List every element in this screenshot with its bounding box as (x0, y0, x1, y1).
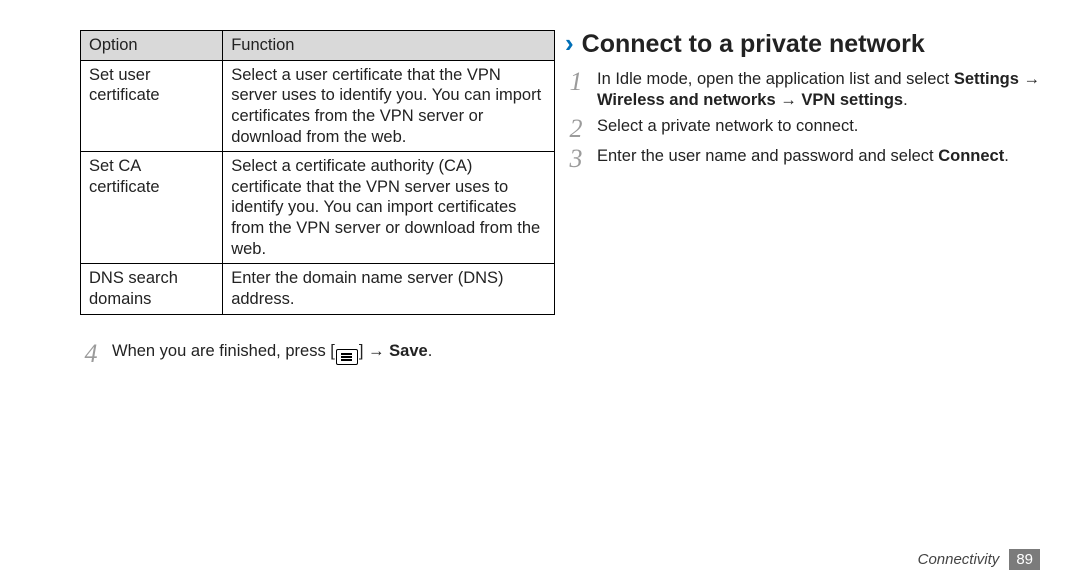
table-row: DNS search domains Enter the domain name… (81, 264, 555, 314)
step-text: Select a private network to connect. (597, 116, 858, 137)
text: ] → (359, 342, 389, 360)
step-3: 3 Enter the user name and password and s… (565, 146, 1040, 172)
th-function: Function (223, 31, 555, 61)
step-number: 2 (565, 116, 587, 142)
text: . (428, 342, 433, 360)
table-row: Set user certificate Select a user certi… (81, 60, 555, 152)
right-column: › Connect to a private network 1 In Idle… (565, 30, 1040, 566)
page-number: 89 (1009, 549, 1040, 570)
connect-label: Connect (938, 147, 1004, 165)
cell-option: Set user certificate (81, 60, 223, 152)
cell-option: Set CA certificate (81, 152, 223, 264)
cell-function: Select a certificate authority (CA) cert… (223, 152, 555, 264)
table-row: Set CA certificate Select a certificate … (81, 152, 555, 264)
cell-function: Enter the domain name server (DNS) addre… (223, 264, 555, 314)
step-text: In Idle mode, open the application list … (597, 69, 1040, 112)
step-text: Enter the user name and password and sel… (597, 146, 1009, 167)
cell-function: Select a user certificate that the VPN s… (223, 60, 555, 152)
section-name: Connectivity (918, 551, 1000, 568)
left-column: Option Function Set user certificate Sel… (40, 30, 515, 566)
text: In Idle mode, open the application list … (597, 70, 954, 88)
text: . (1004, 147, 1009, 165)
menu-icon (336, 349, 358, 365)
steps-list: 1 In Idle mode, open the application lis… (565, 69, 1040, 172)
step-1: 1 In Idle mode, open the application lis… (565, 69, 1040, 112)
step-4: 4 When you are finished, press [ ] → Save… (80, 341, 515, 367)
table-header-row: Option Function (81, 31, 555, 61)
text: Enter the user name and password and sel… (597, 147, 938, 165)
text: . (903, 91, 908, 109)
step-number: 1 (565, 69, 587, 95)
text: When you are finished, press [ (112, 342, 335, 360)
step-text: When you are finished, press [ ] → Save. (112, 341, 432, 365)
step-number: 3 (565, 146, 587, 172)
save-label: Save (389, 342, 428, 360)
page: Option Function Set user certificate Sel… (0, 0, 1080, 586)
options-table: Option Function Set user certificate Sel… (80, 30, 555, 315)
page-footer: Connectivity 89 (918, 549, 1040, 570)
heading-text: Connect to a private network (582, 30, 925, 59)
section-heading: › Connect to a private network (565, 30, 1040, 59)
th-option: Option (81, 31, 223, 61)
step-number: 4 (80, 341, 102, 367)
chevron-right-icon: › (565, 30, 574, 56)
cell-option: DNS search domains (81, 264, 223, 314)
step-2: 2 Select a private network to connect. (565, 116, 1040, 142)
